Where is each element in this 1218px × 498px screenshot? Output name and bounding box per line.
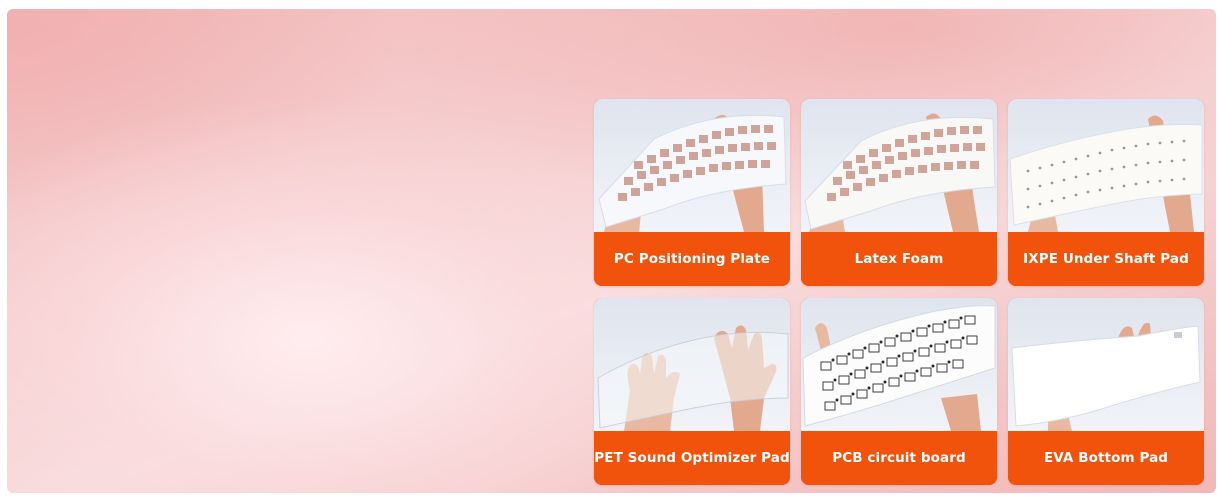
product-card-pet-sound-optimizer-pad[interactable]: PET Sound Optimizer Pad xyxy=(594,298,790,485)
pcb-circuit-board-photo xyxy=(801,298,997,431)
product-card-latex-foam[interactable]: Latex Foam xyxy=(801,99,997,286)
product-card-pcb-circuit-board[interactable]: PCB circuit board xyxy=(801,298,997,485)
product-card-eva-bottom-pad[interactable]: EVA Bottom Pad xyxy=(1008,298,1204,485)
eva-bottom-pad-photo xyxy=(1008,298,1204,431)
product-label: PCB circuit board xyxy=(801,431,997,485)
product-label: Latex Foam xyxy=(801,232,997,286)
ixpe-under-shaft-pad-photo xyxy=(1008,99,1204,232)
pet-sound-optimizer-pad-photo xyxy=(594,298,790,431)
product-label: IXPE Under Shaft Pad xyxy=(1008,232,1204,286)
product-card-pc-positioning-plate[interactable]: PC Positioning Plate xyxy=(594,99,790,286)
product-label: EVA Bottom Pad xyxy=(1008,431,1204,485)
hero-banner: PC Positioning Plate Latex Foam IXPE Und… xyxy=(7,9,1216,493)
product-label: PC Positioning Plate xyxy=(594,232,790,286)
latex-foam-photo xyxy=(801,99,997,232)
product-label: PET Sound Optimizer Pad xyxy=(594,431,790,485)
product-card-ixpe-under-shaft-pad[interactable]: IXPE Under Shaft Pad xyxy=(1008,99,1204,286)
product-grid: PC Positioning Plate Latex Foam IXPE Und… xyxy=(594,99,1204,485)
pc-positioning-plate-photo xyxy=(594,99,790,232)
